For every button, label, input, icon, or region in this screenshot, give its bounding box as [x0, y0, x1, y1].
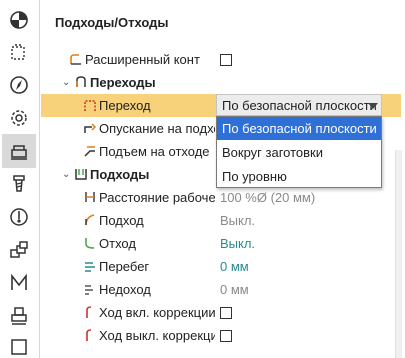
- overrun-label: Перебег: [99, 259, 150, 274]
- approach-icon: [85, 214, 95, 226]
- retract-icon: [85, 238, 95, 249]
- comp-off-label: Ход выкл. коррекци: [99, 328, 215, 343]
- boundary-icon[interactable]: [2, 35, 36, 69]
- transition-label: Переход: [99, 98, 151, 113]
- origin-icon[interactable]: [2, 3, 36, 37]
- contour-icon: [70, 54, 81, 65]
- distance-row[interactable]: Расстояние рабоче 100 %Ø (20 мм): [41, 186, 401, 209]
- dropdown-option[interactable]: Вокруг заготовки: [217, 141, 381, 164]
- chevron-down-icon[interactable]: [368, 103, 378, 109]
- properties-panel: Подходы/Отходы Расширенный конт ⌄ Перехо…: [41, 0, 405, 358]
- comp-off-checkbox[interactable]: [220, 330, 232, 342]
- comp-on-label: Ход вкл. коррекции: [99, 305, 215, 320]
- dropdown-option[interactable]: По уровню: [217, 165, 381, 188]
- retract-row[interactable]: Отход Выкл.: [41, 232, 401, 255]
- overrun-value[interactable]: 0 мм: [220, 259, 249, 274]
- retract-label: Отход: [99, 236, 136, 251]
- overrun-icon: [85, 262, 95, 272]
- link-moves-icon[interactable]: [2, 134, 36, 168]
- comp-on-icon: [86, 306, 92, 318]
- gear-icon[interactable]: [2, 101, 36, 135]
- tool-icon[interactable]: [2, 167, 36, 201]
- stamp-icon[interactable]: [2, 299, 36, 333]
- square-icon[interactable]: [2, 330, 36, 358]
- approach-label: Подход: [99, 213, 144, 228]
- retract-value[interactable]: Выкл.: [220, 236, 255, 251]
- transition-icon: [84, 100, 96, 111]
- descent-icon: [84, 123, 97, 133]
- transition-select-value: По безопасной плоскости: [222, 98, 377, 113]
- stack-icon[interactable]: [2, 233, 36, 267]
- chevron-down-icon[interactable]: ⌄: [62, 78, 72, 88]
- underrun-icon: [85, 285, 93, 295]
- approaches-icon: [75, 169, 87, 180]
- comp-on-checkbox[interactable]: [220, 307, 232, 319]
- advanced-contour-checkbox[interactable]: [220, 54, 232, 66]
- underrun-label: Недоход: [99, 282, 151, 297]
- chevron-down-icon[interactable]: ⌄: [62, 170, 72, 180]
- ascent-label: Подъем на отходе: [99, 144, 210, 159]
- comp-off-icon: [86, 329, 92, 341]
- advanced-contour-label: Расширенный конт: [85, 52, 200, 67]
- compass-icon[interactable]: [2, 68, 36, 102]
- comp-on-row[interactable]: Ход вкл. коррекции: [41, 301, 401, 324]
- distance-icon: [85, 192, 95, 202]
- distance-value[interactable]: 100 %Ø (20 мм): [220, 190, 315, 205]
- approach-row[interactable]: Подход Выкл.: [41, 209, 401, 232]
- scrollbar[interactable]: [395, 150, 402, 358]
- comp-off-row[interactable]: Ход выкл. коррекци: [41, 324, 401, 347]
- m-code-icon[interactable]: [2, 266, 36, 300]
- transitions-icon: [76, 76, 86, 87]
- spindle-icon[interactable]: [2, 200, 36, 234]
- overrun-row[interactable]: Перебег 0 мм: [41, 255, 401, 278]
- underrun-value[interactable]: 0 мм: [220, 282, 249, 297]
- transition-dropdown: По безопасной плоскости Вокруг заготовки…: [216, 116, 382, 188]
- dropdown-option[interactable]: По безопасной плоскости: [217, 117, 381, 140]
- left-toolbar: [0, 0, 40, 358]
- transitions-group-header[interactable]: ⌄ Переходы: [41, 71, 401, 94]
- distance-label: Расстояние рабоче: [99, 190, 215, 205]
- panel-title: Подходы/Отходы: [55, 15, 169, 30]
- approaches-group-label: Подходы: [90, 167, 150, 182]
- advanced-contour-row[interactable]: Расширенный конт: [41, 48, 401, 71]
- underrun-row[interactable]: Недоход 0 мм: [41, 278, 401, 301]
- descent-label: Опускание на подхо: [99, 121, 215, 136]
- transition-select[interactable]: По безопасной плоскости: [216, 94, 382, 116]
- approach-value[interactable]: Выкл.: [220, 213, 255, 228]
- transitions-group-label: Переходы: [90, 75, 156, 90]
- ascent-icon: [84, 146, 95, 157]
